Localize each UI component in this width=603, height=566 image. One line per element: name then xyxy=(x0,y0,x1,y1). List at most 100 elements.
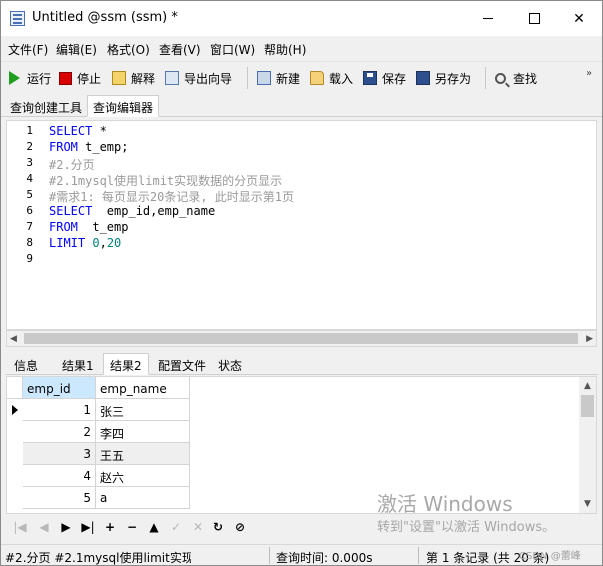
maximize-button[interactable] xyxy=(511,1,557,36)
confirm-icon[interactable]: ✓ xyxy=(168,519,184,535)
status-divider xyxy=(418,547,419,564)
row-header[interactable] xyxy=(7,443,23,465)
row-header[interactable] xyxy=(7,421,23,443)
cell-emp-id[interactable]: 4 xyxy=(23,465,96,487)
status-query-time: 查询时间: 0.000s xyxy=(276,551,373,565)
cell-emp-id[interactable]: 1 xyxy=(23,399,96,421)
tab-query-editor[interactable]: 查询编辑器 xyxy=(87,95,160,117)
new-button[interactable]: 新建 xyxy=(257,68,300,88)
row-header[interactable] xyxy=(7,487,23,509)
app-icon xyxy=(10,11,25,26)
explain-label: 解释 xyxy=(131,71,156,86)
tab-query-builder[interactable]: 查询创建工具 xyxy=(4,95,88,117)
scroll-left-icon[interactable]: ◀ xyxy=(10,334,17,344)
run-button[interactable]: 运行 xyxy=(9,68,51,88)
load-button[interactable]: 载入 xyxy=(310,68,353,88)
current-row-indicator-icon[interactable] xyxy=(7,399,23,421)
table-row[interactable]: 1 张三 xyxy=(7,399,192,421)
save-as-button[interactable]: 另存为 xyxy=(416,68,471,88)
sql-comment: #2.分页 xyxy=(49,158,95,172)
cell-emp-name[interactable]: 赵六 xyxy=(96,465,190,487)
grid-header: emp_id emp_name xyxy=(7,377,192,399)
menu-format[interactable]: 格式(O) xyxy=(107,41,150,58)
previous-record-icon[interactable]: ◀ xyxy=(36,519,52,535)
toolbar-overflow-icon[interactable]: » xyxy=(586,68,592,79)
save-as-icon xyxy=(416,71,430,85)
explain-button[interactable]: 解释 xyxy=(112,68,155,88)
editor-horizontal-scrollbar[interactable]: ◀ ▶ xyxy=(6,330,597,347)
row-header[interactable] xyxy=(7,465,23,487)
status-divider xyxy=(269,547,270,564)
code-line: #需求1: 每页显示20条记录, 此时显示第1页 xyxy=(49,188,294,205)
menu-help[interactable]: 帮助(H) xyxy=(264,41,306,58)
tab-result2[interactable]: 结果2 xyxy=(103,353,149,375)
menu-view[interactable]: 查看(V) xyxy=(159,41,201,58)
code-line: SELECT emp_id,emp_name xyxy=(49,204,215,218)
cancel-icon[interactable]: ✕ xyxy=(190,519,206,535)
tab-profile[interactable]: 配置文件 xyxy=(151,353,213,375)
apply-changes-icon[interactable]: ▲ xyxy=(146,519,162,535)
scroll-right-icon[interactable]: ▶ xyxy=(586,334,593,344)
refresh-icon[interactable]: ↻ xyxy=(210,519,226,535)
cell-emp-name[interactable]: 王五 xyxy=(96,443,190,465)
menu-window[interactable]: 窗口(W) xyxy=(210,41,255,58)
column-header-emp-id[interactable]: emp_id xyxy=(23,377,96,399)
grid-vertical-scrollbar[interactable]: ▲ ▼ xyxy=(579,377,596,513)
line-number: 4 xyxy=(26,172,33,185)
scroll-thumb[interactable] xyxy=(581,395,594,417)
scroll-thumb[interactable] xyxy=(24,333,578,344)
sql-identifier: * xyxy=(92,124,107,138)
menu-bar: 文件(F) 编辑(E) 格式(O) 查看(V) 窗口(W) 帮助(H) xyxy=(1,38,602,59)
table-row[interactable]: 3 王五 xyxy=(7,443,192,465)
cell-emp-name[interactable]: 张三 xyxy=(96,399,190,421)
export-label: 导出向导 xyxy=(184,71,233,86)
table-row[interactable]: 4 赵六 xyxy=(7,465,192,487)
window-title: Untitled @ssm (ssm) * xyxy=(32,10,178,25)
minimize-button[interactable] xyxy=(465,1,511,36)
add-record-icon[interactable]: + xyxy=(102,519,118,535)
save-button[interactable]: 保存 xyxy=(363,68,406,88)
sql-editor[interactable]: 1 2 3 4 5 6 7 8 9 SELECT * FROM t_emp; #2.分页 #2.1my… xyxy=(6,120,597,330)
line-number: 5 xyxy=(26,188,33,201)
status-sql-text: #2.分页 #2.1mysql使用limit实现数 xyxy=(5,551,191,565)
new-label: 新建 xyxy=(276,71,301,86)
column-header-emp-name[interactable]: emp_name xyxy=(96,377,190,399)
cell-emp-id[interactable]: 3 xyxy=(23,443,96,465)
tab-info[interactable]: 信息 xyxy=(7,353,45,375)
code-line: LIMIT 0,20 xyxy=(49,236,121,250)
cell-emp-id[interactable]: 5 xyxy=(23,487,96,509)
activation-watermark-title: 激活 Windows xyxy=(377,492,513,516)
cell-emp-name[interactable]: 李四 xyxy=(96,421,190,443)
toolbar-divider xyxy=(485,67,486,89)
tab-result1[interactable]: 结果1 xyxy=(55,353,101,375)
new-icon xyxy=(257,71,271,85)
export-wizard-button[interactable]: 导出向导 xyxy=(165,68,232,88)
export-icon xyxy=(165,71,179,85)
last-record-icon[interactable]: ▶| xyxy=(80,519,96,535)
menu-file[interactable]: 文件(F) xyxy=(8,41,48,58)
sql-keyword: SELECT xyxy=(49,124,93,138)
cell-emp-id[interactable]: 2 xyxy=(23,421,96,443)
code-line: #2.1mysql使用limit实现数据的分页显示 xyxy=(49,172,282,189)
first-record-icon[interactable]: |◀ xyxy=(12,519,28,535)
line-number: 2 xyxy=(26,140,33,153)
table-row[interactable]: 5a xyxy=(7,487,192,509)
scroll-down-icon[interactable]: ▼ xyxy=(584,499,591,509)
load-label: 载入 xyxy=(329,71,354,86)
table-row[interactable]: 2 李四 xyxy=(7,421,192,443)
close-button[interactable]: ✕ xyxy=(556,1,602,36)
cell-emp-name[interactable]: a xyxy=(96,487,190,509)
menu-edit[interactable]: 编辑(E) xyxy=(56,41,97,58)
stop-load-icon[interactable]: ⊘ xyxy=(232,519,248,535)
delete-record-icon[interactable]: − xyxy=(124,519,140,535)
folder-icon xyxy=(310,71,324,85)
save-label: 保存 xyxy=(382,71,407,86)
status-bar: #2.分页 #2.1mysql使用limit实现数 查询时间: 0.000s 第… xyxy=(1,544,602,565)
sql-identifier: t_emp; xyxy=(77,140,129,154)
stop-button[interactable]: 停止 xyxy=(59,68,101,88)
run-label: 运行 xyxy=(27,71,52,86)
find-button[interactable]: 查找 xyxy=(495,68,537,88)
tab-status[interactable]: 状态 xyxy=(211,353,249,375)
next-record-icon[interactable]: ▶ xyxy=(58,519,74,535)
scroll-up-icon[interactable]: ▲ xyxy=(584,381,591,391)
